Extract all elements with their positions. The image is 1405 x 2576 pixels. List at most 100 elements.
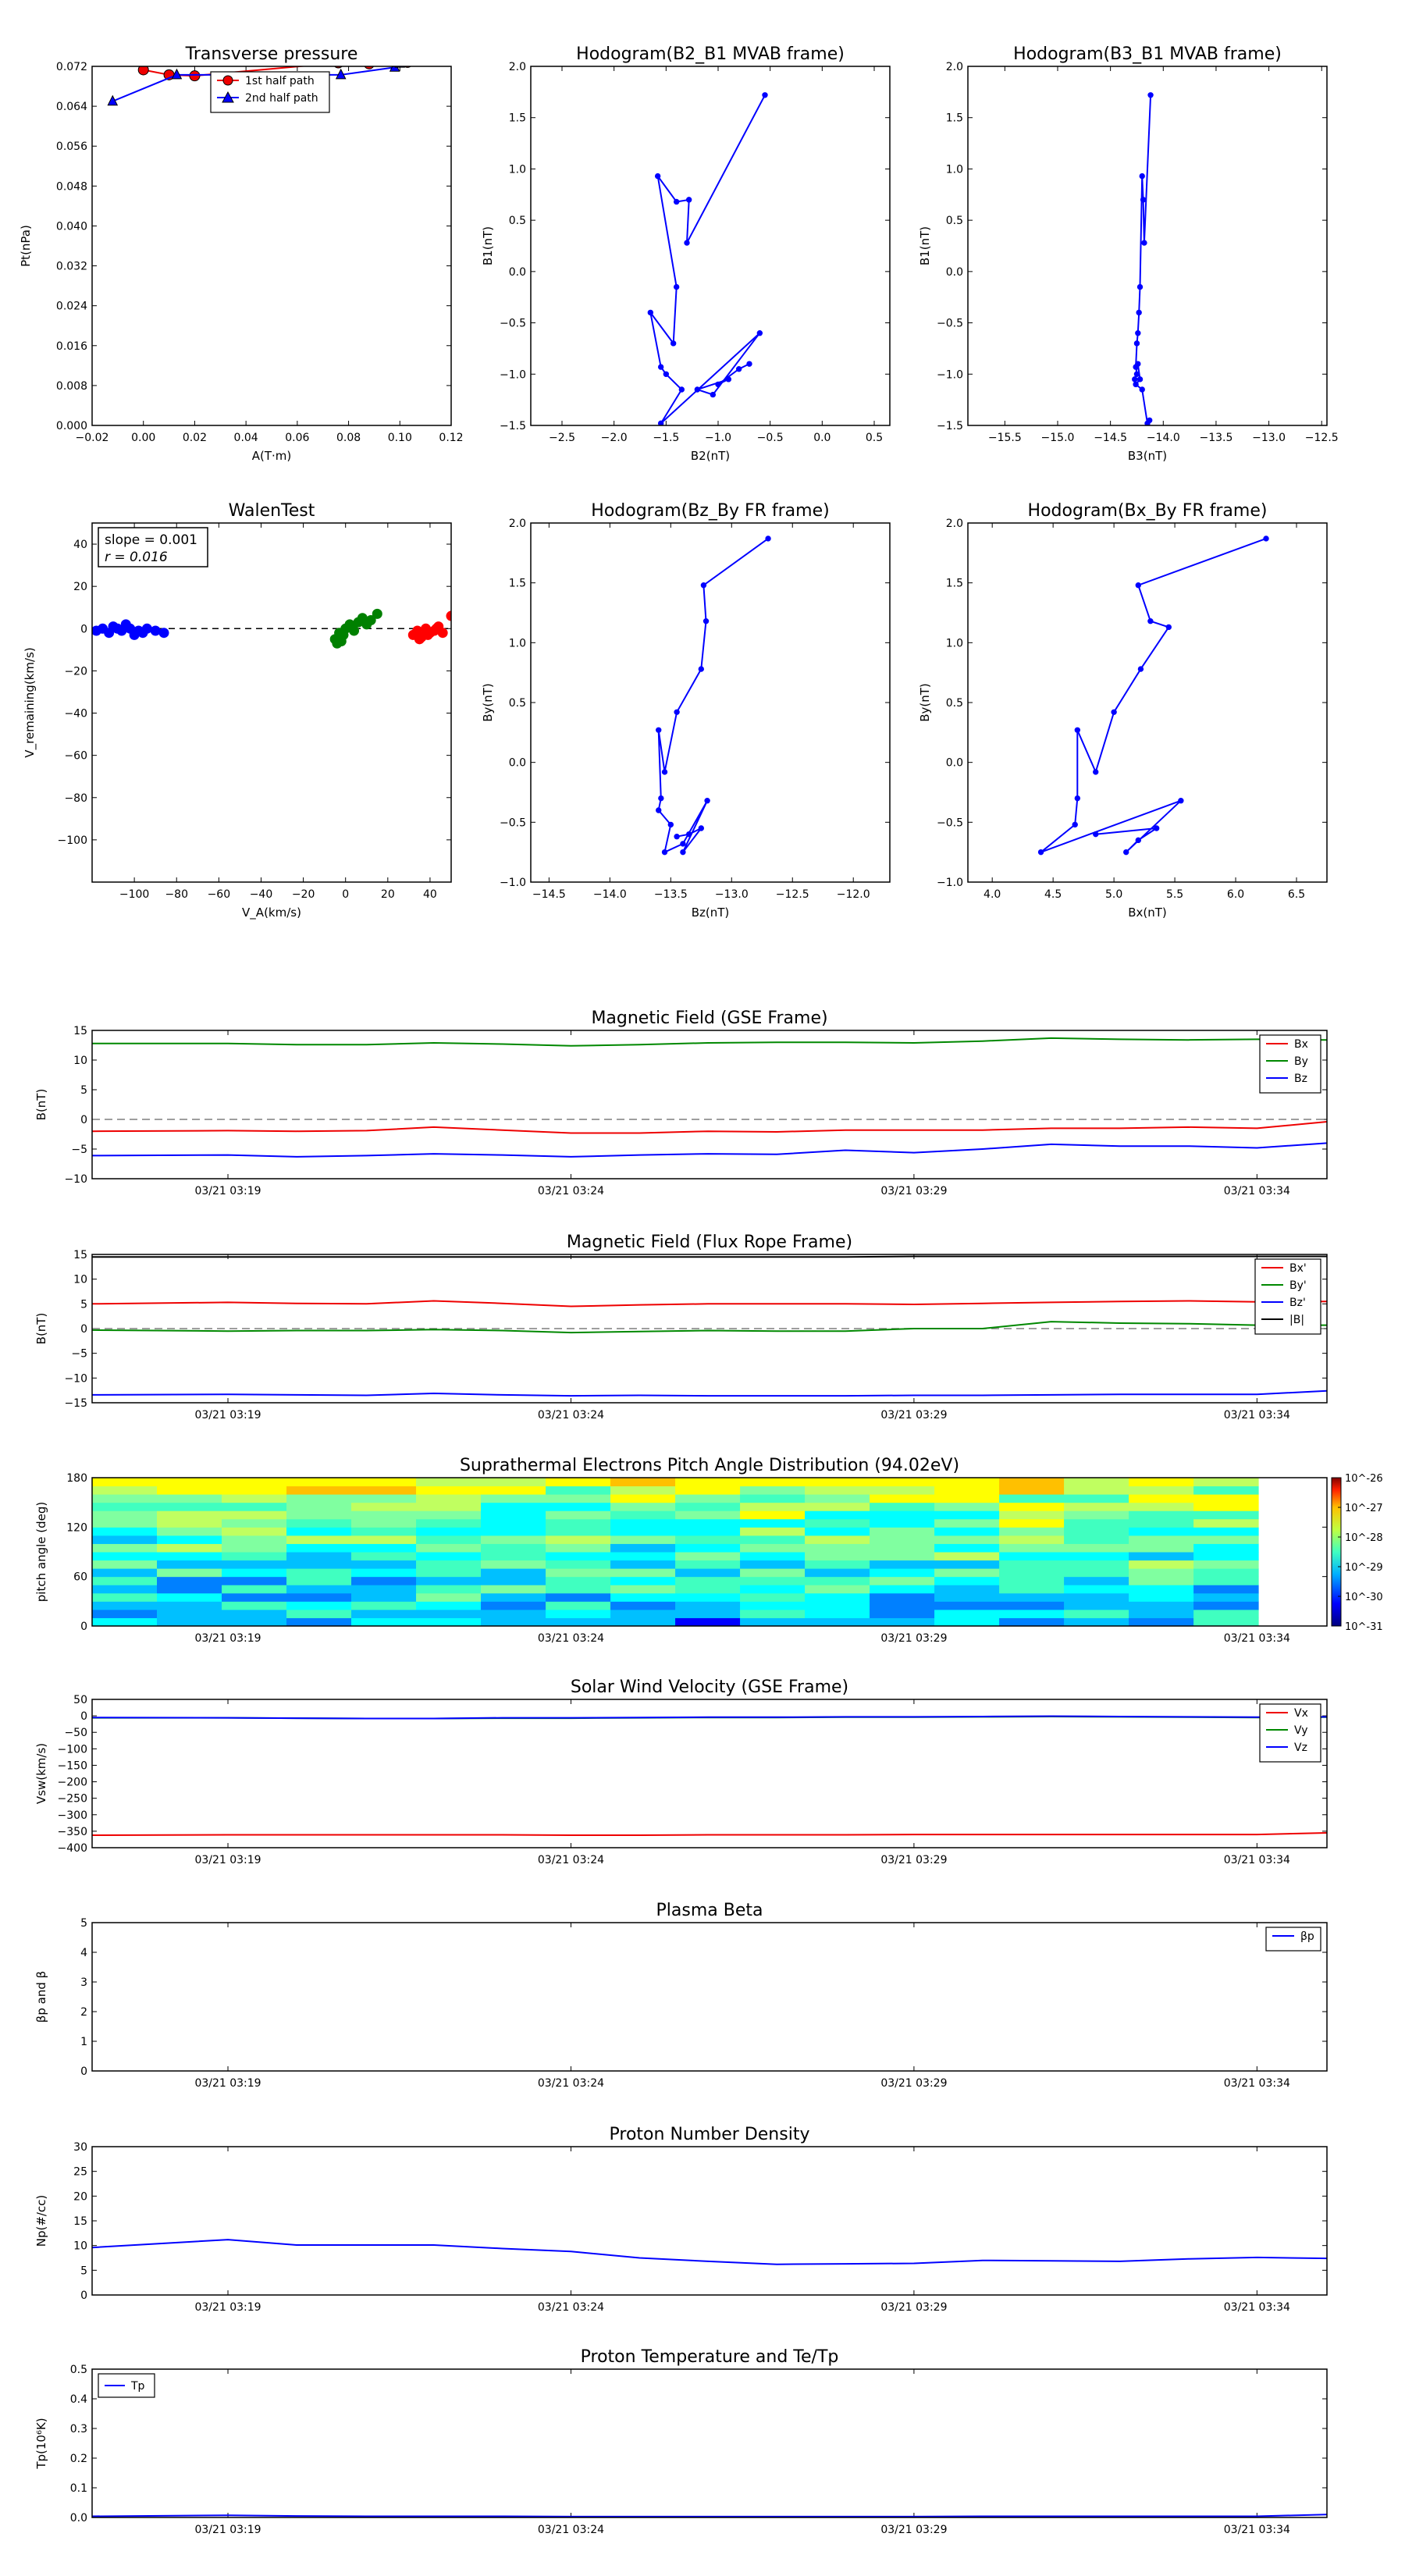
pad-cell [481, 1502, 546, 1511]
x-tick-label: 03/21 03:29 [880, 1854, 947, 1866]
hodogram-point [658, 795, 664, 802]
pad-cell [610, 1518, 676, 1528]
x-tick-label: 0.10 [388, 432, 412, 444]
pad-cell [286, 1502, 352, 1511]
pad-cell [805, 1543, 870, 1553]
pad-cell [416, 1535, 482, 1544]
hodogram-point [684, 240, 690, 246]
x-tick-label: 0.04 [234, 432, 258, 444]
walen-point [414, 634, 425, 645]
plot-area [92, 1715, 1327, 1836]
panel-title: Magnetic Field (GSE Frame) [591, 1009, 827, 1028]
y-axis-label: pitch angle (deg) [34, 1502, 48, 1602]
pad-cell [286, 1592, 352, 1602]
y-axis-label: B(nT) [34, 1313, 48, 1345]
pad-cell [870, 1576, 935, 1585]
pad-cell [286, 1485, 352, 1495]
hodogram-point [661, 769, 668, 775]
x-tick-label: −15.5 [988, 432, 1022, 444]
hodogram-point [1133, 340, 1140, 347]
y-tick-label: 0.032 [56, 261, 87, 273]
legend: 1st half path 2nd half path [210, 71, 330, 113]
panel-title: Proton Temperature and Te/Tp [581, 2347, 839, 2367]
pad-cell [92, 1617, 158, 1626]
plot-area [647, 92, 768, 425]
pad-cell [934, 1478, 1000, 1487]
y-axis-label: B1(nT) [481, 226, 495, 265]
pad-cell [92, 1510, 158, 1520]
pad-cell [222, 1585, 287, 1594]
pad-cell [286, 1568, 352, 1578]
y-tick-label: 0 [80, 2290, 87, 2302]
pad-cell [870, 1485, 935, 1495]
legend: Bx By Bz [1259, 1034, 1321, 1094]
pad-cell [157, 1543, 222, 1553]
legend-label: 1st half path [245, 75, 315, 87]
pad-cell [675, 1585, 741, 1594]
y-tick-label: 50 [73, 1694, 87, 1706]
walen-point [338, 629, 349, 640]
x-tick-label: 4.5 [1044, 888, 1062, 901]
pad-cell [740, 1535, 806, 1544]
y-tick-label: −20 [64, 665, 87, 678]
pad-cell [222, 1609, 287, 1618]
x-tick-label: 0.12 [439, 432, 463, 444]
y-tick-label: 0.000 [56, 420, 87, 432]
y-tick-label: 2.0 [946, 518, 963, 530]
y-tick-label: 40 [73, 539, 87, 551]
x-tick-label: 03/21 03:34 [1224, 2524, 1290, 2536]
x-tick-label: 0.5 [866, 432, 883, 444]
hodogram-point [656, 727, 662, 733]
y-tick-label: 0.0 [946, 266, 963, 279]
x-tick-label: 03/21 03:29 [880, 2301, 947, 2314]
x-tick-label: 0 [342, 888, 349, 901]
hodogram-point [746, 361, 752, 367]
hodogram-point [673, 198, 680, 205]
pad-cell [222, 1502, 287, 1511]
pad-cell [999, 1494, 1065, 1503]
pad-cell [92, 1609, 158, 1618]
pad-cell [740, 1543, 806, 1553]
panel-title: Hodogram(Bx_By FR frame) [1028, 501, 1268, 521]
hodogram-point [667, 821, 674, 828]
pad-cell [610, 1576, 676, 1585]
pad-cell [934, 1518, 1000, 1528]
y-tick-label: −400 [58, 1842, 87, 1855]
x-tick-label: 03/21 03:29 [880, 2524, 947, 2536]
legend-box [1254, 1258, 1321, 1335]
pad-cell [1193, 1552, 1259, 1561]
hodogram-point [678, 386, 685, 393]
pad-cell [934, 1535, 1000, 1544]
pad-cell [1129, 1494, 1194, 1503]
hodogram-point [680, 849, 686, 856]
pad-cell [740, 1592, 806, 1602]
series-By [92, 1037, 1327, 1047]
series-Tp [92, 2514, 1327, 2517]
pad-cell [675, 1494, 741, 1503]
pad-cell [1129, 1609, 1194, 1618]
pad-cell [675, 1535, 741, 1544]
pad-cell [351, 1510, 417, 1520]
pad-cell [222, 1478, 287, 1487]
y-tick-label: 0.1 [70, 2482, 87, 2495]
y-tick-label: −60 [64, 750, 87, 763]
pad-cell [870, 1609, 935, 1618]
hodogram-point [762, 92, 768, 98]
pad-cell [1193, 1560, 1259, 1569]
hodogram-point [756, 330, 763, 336]
y-tick-label: 1.0 [509, 163, 526, 176]
pad-cell [481, 1617, 546, 1626]
axes-frame [91, 2368, 1328, 2518]
hodogram-point [1111, 709, 1117, 715]
pad-cell [92, 1494, 158, 1503]
y-tick-label: 0.3 [70, 2423, 87, 2435]
pad-cell [1064, 1568, 1129, 1578]
pad-cell [740, 1485, 806, 1495]
pad-cell [999, 1617, 1065, 1626]
x-tick-label: 03/21 03:19 [194, 1185, 261, 1197]
pad-cell [934, 1617, 1000, 1626]
y-tick-label: 5 [80, 1084, 87, 1097]
pad-cell [1129, 1518, 1194, 1528]
pad-cell [1064, 1518, 1129, 1528]
hodogram-point [765, 535, 771, 542]
